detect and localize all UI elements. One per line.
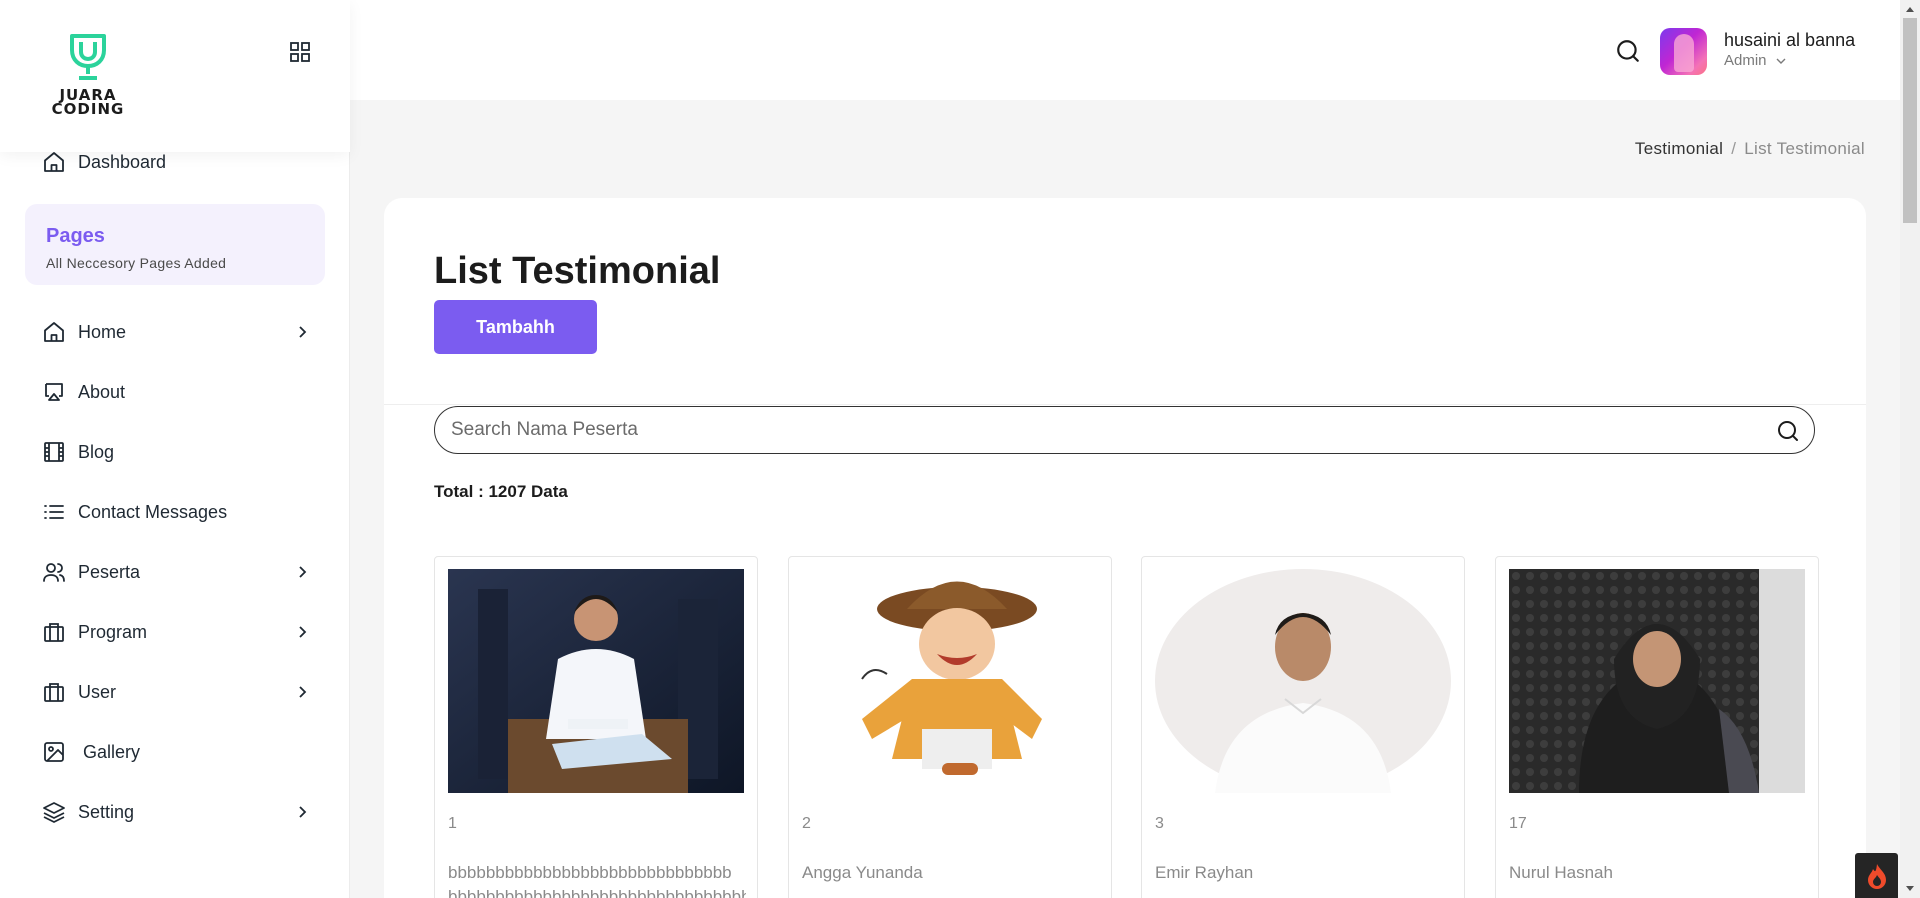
layers-icon — [43, 802, 65, 823]
testimonial-card[interactable]: 1 bbbbbbbbbbbbbbbbbbbbbbbbbbbbbb bbbbbbb… — [434, 556, 758, 898]
user-name[interactable]: husaini al banna — [1724, 30, 1855, 51]
testimonial-number: 1 — [448, 815, 457, 832]
grid-menu-icon[interactable] — [288, 40, 312, 64]
testimonial-photo — [802, 569, 1098, 793]
add-button[interactable]: Tambahh — [434, 300, 597, 354]
breadcrumb-separator: / — [1731, 139, 1737, 158]
trophy-icon — [70, 34, 106, 80]
sidebar-item-label: Peserta — [78, 561, 141, 582]
flame-icon — [1868, 864, 1886, 889]
briefcase-icon — [44, 623, 64, 642]
total-count: Total : 1207 Data — [434, 482, 568, 501]
home-icon — [44, 152, 64, 172]
testimonial-card[interactable]: 17 Nurul Hasnah — [1495, 556, 1819, 898]
testimonial-number: 17 — [1509, 815, 1527, 832]
scroll-up-arrow-icon[interactable] — [1905, 5, 1915, 13]
chevron-right-icon — [299, 686, 307, 698]
testimonial-name: Emir Rayhan — [1155, 863, 1254, 882]
pages-section-header: Pages All Neccesory Pages Added — [25, 204, 325, 285]
users-icon — [43, 563, 65, 582]
sidebar-item-user[interactable]: User — [0, 670, 350, 714]
testimonial-photo — [1509, 569, 1805, 793]
scroll-down-arrow-icon[interactable] — [1905, 885, 1915, 893]
scroll-thumb[interactable] — [1903, 18, 1917, 223]
testimonial-card[interactable]: 3 Emir Rayhan — [1141, 556, 1465, 898]
pages-subtitle: All Neccesory Pages Added — [46, 255, 227, 271]
sidebar-item-label: Contact Messages — [78, 501, 228, 522]
page-title: List Testimonial — [434, 250, 721, 292]
logo-text: JUARA CODING — [42, 88, 134, 118]
flame-button[interactable] — [1855, 853, 1898, 898]
logo-line-2: CODING — [51, 100, 125, 118]
sidebar-item-label: User — [78, 681, 117, 702]
sidebar-item-about[interactable]: About — [0, 370, 350, 414]
chevron-down-icon[interactable] — [1776, 57, 1786, 65]
search-field — [434, 406, 1815, 454]
sidebar-item-label: About — [78, 381, 126, 402]
image-icon — [44, 742, 64, 762]
testimonial-number: 3 — [1155, 815, 1164, 832]
sidebar-item-label: Home — [78, 321, 127, 342]
film-icon — [44, 442, 64, 462]
sidebar-item-label: Gallery — [83, 741, 141, 762]
sidebar-item-label: Setting — [78, 801, 135, 822]
sidebar-item-blog[interactable]: Blog — [0, 430, 350, 474]
breadcrumb-parent[interactable]: Testimonial — [1635, 139, 1723, 158]
home-icon — [44, 322, 64, 342]
pages-title: Pages — [46, 225, 105, 247]
testimonial-name-overflow: bbbbbbbbbbbbbbbbbbbbbbbbbbbbbbbb — [448, 887, 746, 898]
chevron-right-icon — [299, 626, 307, 638]
testimonial-number: 2 — [802, 815, 811, 832]
sidebar-item-label: Blog — [78, 441, 115, 462]
sidebar-item-peserta[interactable]: Peserta — [0, 550, 350, 594]
chevron-right-icon — [299, 566, 307, 578]
sidebar-item-label: Dashboard — [78, 151, 167, 172]
avatar[interactable] — [1660, 28, 1707, 75]
sidebar-item-program[interactable]: Program — [0, 610, 350, 654]
sidebar-item-contact-messages[interactable]: Contact Messages — [0, 490, 350, 534]
user-role[interactable]: Admin — [1724, 52, 1767, 69]
breadcrumb-current: List Testimonial — [1744, 139, 1865, 158]
search-input[interactable] — [451, 407, 1751, 452]
sidebar-item-gallery[interactable]: Gallery — [0, 730, 350, 774]
divider — [384, 404, 1866, 405]
sidebar: Dashboard Pages All Neccesory Pages Adde… — [0, 0, 350, 898]
testimonial-name: Angga Yunanda — [802, 863, 923, 882]
testimonial-card[interactable]: 2 Angga Yunanda — [788, 556, 1112, 898]
chevron-right-icon — [299, 806, 307, 818]
chevron-right-icon — [299, 326, 307, 338]
testimonial-name: bbbbbbbbbbbbbbbbbbbbbbbbbbbbbb — [448, 863, 732, 882]
list-icon — [44, 505, 64, 519]
briefcase-icon — [44, 683, 64, 702]
sidebar-item-setting[interactable]: Setting — [0, 790, 350, 834]
content-card: List Testimonial Tambahh Total : 1207 Da… — [384, 198, 1866, 898]
sidebar-item-home[interactable]: Home — [0, 310, 350, 354]
testimonial-photo — [448, 569, 744, 793]
page-scrollbar[interactable] — [1900, 0, 1920, 898]
search-icon[interactable] — [1776, 419, 1800, 443]
brand-header: JUARA CODING — [0, 0, 350, 152]
testimonial-photo — [1155, 569, 1451, 793]
monitor-icon — [45, 383, 63, 401]
search-icon[interactable] — [1615, 38, 1641, 64]
breadcrumb: Testimonial / List Testimonial — [1635, 139, 1865, 159]
juara-coding-logo[interactable]: JUARA CODING — [42, 32, 134, 120]
testimonial-name: Nurul Hasnah — [1509, 863, 1613, 882]
sidebar-item-label: Program — [78, 621, 148, 642]
